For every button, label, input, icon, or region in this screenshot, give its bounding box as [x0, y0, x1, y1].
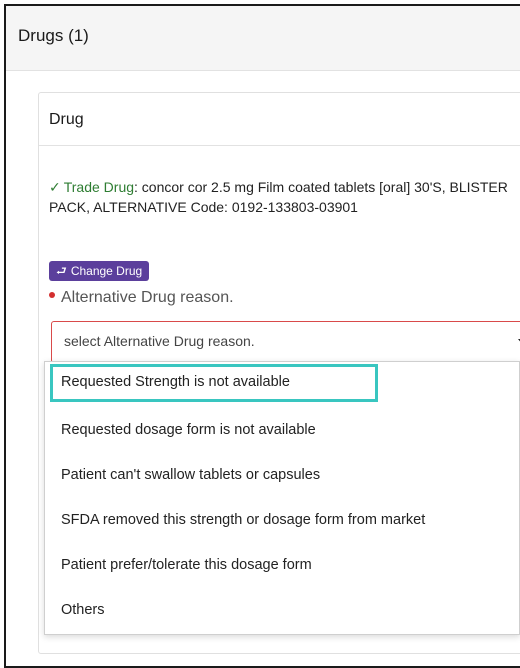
- card-title: Drug: [49, 111, 84, 128]
- select-placeholder: select Alternative Drug reason.: [64, 333, 255, 349]
- trade-drug-info: ✓ Trade Drug: concor cor 2.5 mg Film coat…: [49, 177, 509, 217]
- dropdown-option[interactable]: Requested dosage form is not available: [45, 412, 519, 450]
- change-drug-label: Change Drug: [70, 264, 143, 278]
- trade-drug-label: Trade Drug: [63, 179, 135, 195]
- required-dot-icon: [49, 291, 55, 298]
- dropdown-option[interactable]: Patient prefer/tolerate this dosage form: [45, 547, 519, 585]
- change-drug-button[interactable]: ⮐ Change Drug: [49, 261, 150, 281]
- card-header: Drug: [39, 93, 520, 146]
- dropdown-option[interactable]: Requested Strength is not available: [50, 364, 378, 402]
- alternative-reason-dropdown: Requested Strength is not available Requ…: [44, 361, 520, 635]
- panel-header: Drugs (1): [6, 6, 520, 71]
- alternative-reason-select[interactable]: select Alternative Drug reason.: [51, 321, 520, 363]
- alternative-reason-text: Alternative Drug reason.: [61, 289, 234, 306]
- alternative-reason-label: Alternative Drug reason.: [49, 289, 234, 307]
- panel-title: Drugs (1): [18, 26, 89, 45]
- dropdown-option[interactable]: Patient can't swallow tablets or capsule…: [45, 457, 519, 495]
- check-icon: ✓: [49, 179, 61, 195]
- dropdown-option[interactable]: Others: [45, 592, 519, 630]
- return-arrow-icon: ⮐: [56, 264, 67, 278]
- dropdown-option[interactable]: SFDA removed this strength or dosage for…: [45, 502, 519, 540]
